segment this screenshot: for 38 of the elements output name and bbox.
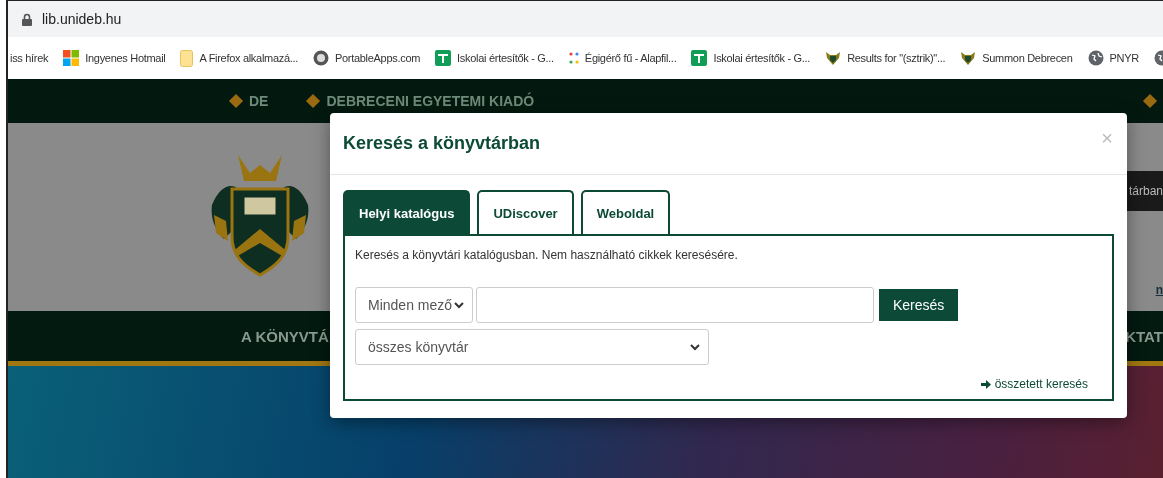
cross-tile-icon (435, 50, 452, 66)
windows-logo-icon (63, 50, 80, 66)
chevron-down-icon (690, 343, 700, 351)
dialog-title: Keresés a könyvtárban (343, 133, 541, 154)
dots-icon (568, 51, 579, 65)
bookmark-link[interactable]: A Firefox alkalmazá... (199, 52, 298, 64)
crest-icon (825, 50, 842, 66)
bookmark-link[interactable]: Results for "(sztrik)"... (847, 52, 946, 64)
bookmark-link[interactable]: PNYR (1109, 52, 1139, 64)
top-link[interactable]: DE (249, 93, 269, 109)
search-tab[interactable]: Weboldal (580, 190, 671, 234)
header-link[interactable]: n (1155, 283, 1163, 297)
lock-icon (22, 12, 32, 26)
chevron-down-icon (454, 301, 464, 309)
search-field[interactable] (476, 287, 874, 323)
search-tab[interactable]: Helyi katalógus (343, 190, 471, 234)
globe-icon (1087, 50, 1104, 66)
bookmark-link[interactable]: Ingyenes Hotmail (85, 52, 166, 64)
page-icon (180, 49, 194, 67)
bookmark-link[interactable]: iss hírek (10, 52, 49, 64)
top-link[interactable]: DEBRECENI EGYETEMI KIADÓ (326, 93, 535, 109)
description-text: Keresés a könyvtári katalógusban. Nem használható cikkek keresésére. (355, 248, 739, 262)
field-select[interactable]: Minden mező (355, 287, 473, 323)
circle-logo-icon (313, 50, 329, 66)
nav-item[interactable]: A KÖNYVTÁ (241, 327, 329, 345)
url-text[interactable]: lib.unideb.hu (42, 11, 122, 27)
bookmark-link[interactable]: PortableApps.com (335, 52, 421, 64)
bookmark-link[interactable]: Summon Debrecen (982, 52, 1073, 64)
bookmark-link[interactable]: Iskolai értesítők - G... (457, 52, 554, 64)
advanced-search-link[interactable]: összetett keresés (980, 377, 1088, 391)
search-button[interactable]: Keresés (879, 289, 959, 321)
bookmark-link[interactable]: Iskolai értesítők - G... (713, 52, 811, 64)
bookmark-link[interactable]: Égigérő fű - Alapfil... (584, 52, 677, 64)
library-select[interactable]: összes könyvtár (355, 329, 709, 365)
arrow-right-icon (980, 379, 991, 389)
cross-tile-icon (691, 50, 708, 66)
search-tab[interactable]: UDiscover (477, 190, 574, 234)
crest-icon (960, 50, 977, 66)
